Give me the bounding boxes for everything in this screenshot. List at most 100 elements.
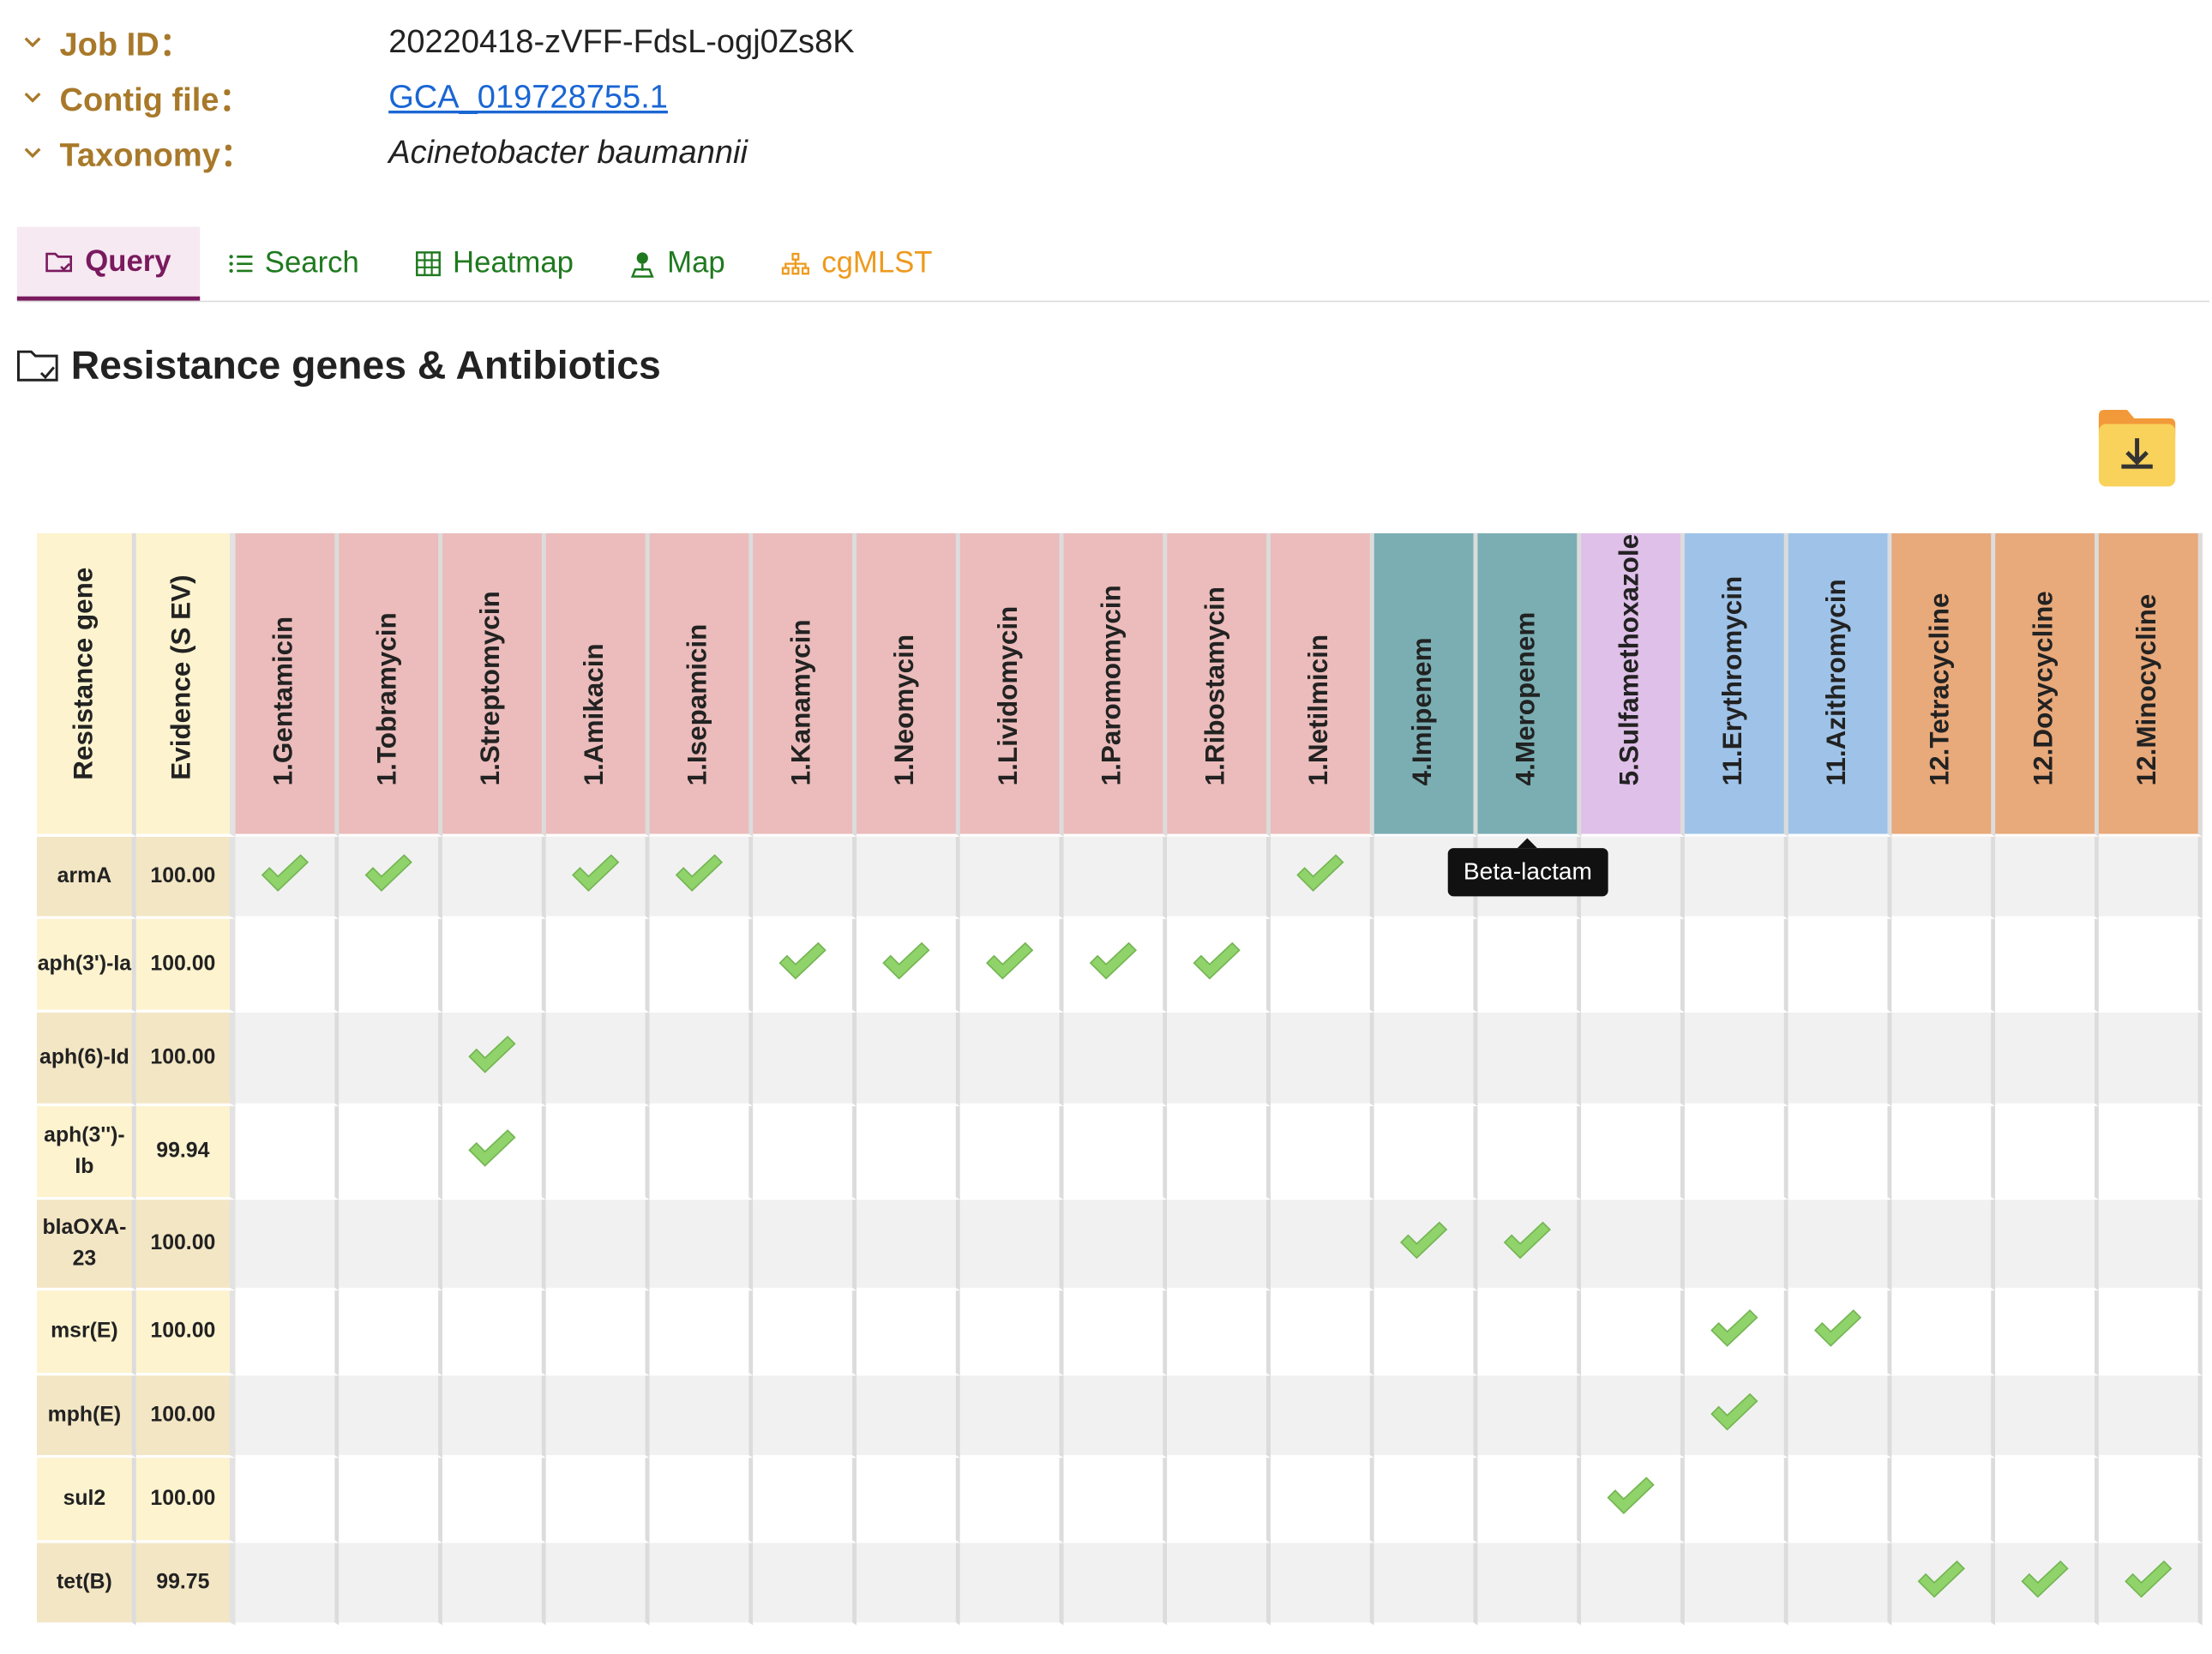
- gene-name-cell: tet(B): [37, 1543, 136, 1626]
- antibiotic-header[interactable]: 11.Azithromycin: [1788, 532, 1892, 837]
- table-cell: [753, 1375, 857, 1459]
- table-cell: [959, 1106, 1064, 1200]
- table-cell: [1477, 1200, 1582, 1291]
- contig-file-link[interactable]: GCA_019728755.1: [388, 77, 668, 116]
- antibiotic-header-label: 12.Tetracycline: [1926, 592, 1956, 786]
- tooltip: Beta-lactam: [1447, 838, 1608, 897]
- table-cell: [1167, 836, 1271, 919]
- resistance-table: Resistance gene Evidence (S EV) 1.Gentam…: [37, 532, 2203, 1626]
- table-cell: [1788, 1200, 1892, 1291]
- gene-name-cell: sul2: [37, 1458, 136, 1543]
- table-cell: [1167, 1200, 1271, 1291]
- table-cell: [1995, 1543, 2099, 1626]
- antibiotic-header[interactable]: 1.Amikacin: [545, 532, 650, 837]
- table-cell: [442, 1458, 546, 1543]
- table-cell: [235, 918, 340, 1013]
- antibiotic-header-label: 12.Doxycycline: [2029, 591, 2059, 786]
- antibiotic-header[interactable]: 12.Tetracycline: [1891, 532, 1996, 837]
- tab-cgmlst-label: cgMLST: [821, 246, 933, 280]
- table-cell: [1684, 918, 1788, 1013]
- table-cell: [857, 1543, 960, 1626]
- antibiotic-header[interactable]: 1.Tobramycin: [339, 532, 443, 837]
- table-cell: [753, 836, 857, 919]
- antibiotic-header[interactable]: 12.Minocycline: [2098, 532, 2203, 837]
- table-cell: [1167, 1458, 1271, 1543]
- antibiotic-header[interactable]: 1.Neomycin: [857, 532, 960, 837]
- table-header-row: Resistance gene Evidence (S EV) 1.Gentam…: [37, 532, 2203, 837]
- gene-name-cell: mph(E): [37, 1375, 136, 1459]
- table-cell: [442, 1543, 546, 1626]
- table-cell: [1270, 918, 1374, 1013]
- tab-cgmlst[interactable]: cgMLST: [754, 227, 961, 301]
- tab-heatmap[interactable]: Heatmap: [388, 227, 602, 301]
- table-cell: [1788, 918, 1892, 1013]
- antibiotic-header[interactable]: 1.Lividomycin: [959, 532, 1064, 837]
- table-cell: [857, 1012, 960, 1107]
- table-cell: [649, 1375, 754, 1459]
- tab-map[interactable]: Map: [602, 227, 754, 301]
- antibiotic-header[interactable]: 1.Gentamicin: [235, 532, 340, 837]
- checkmark-icon: [1710, 1392, 1758, 1430]
- antibiotic-header[interactable]: 5.Sulfamethoxazole: [1581, 532, 1685, 837]
- evidence-cell: 99.75: [135, 1543, 236, 1626]
- tab-query[interactable]: Query: [16, 226, 200, 301]
- antibiotic-header[interactable]: 1.Streptomycin: [442, 532, 546, 837]
- table-cell: [1995, 1290, 2099, 1376]
- antibiotic-header-label: 11.Erythromycin: [1718, 575, 1749, 786]
- table-cell: [1581, 918, 1685, 1013]
- table-cell: [1373, 918, 1478, 1013]
- gene-name-cell: aph(3'')-Ib: [37, 1106, 136, 1200]
- table-cell: [1788, 836, 1892, 919]
- antibiotic-header-label: 4.Imipenem: [1408, 637, 1439, 786]
- table-cell: [1684, 1106, 1788, 1200]
- table-cell: [1995, 918, 2099, 1013]
- tab-search[interactable]: Search: [200, 227, 388, 301]
- table-cell: [545, 1106, 650, 1200]
- table-cell: [1995, 1458, 2099, 1543]
- checkmark-icon: [778, 941, 826, 979]
- antibiotic-header-label: 4.Meropenem: [1512, 611, 1542, 786]
- table-cell: [959, 1290, 1064, 1376]
- table-cell: [442, 1290, 546, 1376]
- table-cell: [1167, 1012, 1271, 1107]
- table-cell: [1788, 1012, 1892, 1107]
- table-cell: [857, 836, 960, 919]
- antibiotic-header[interactable]: 12.Doxycycline: [1995, 532, 2099, 837]
- table-cell: [1995, 1200, 2099, 1291]
- table-cell: [1477, 1375, 1582, 1459]
- table-cell: [1373, 1012, 1478, 1107]
- folder-download-icon[interactable]: [2096, 404, 2179, 489]
- antibiotic-header[interactable]: 1.Paromomycin: [1063, 532, 1168, 837]
- table-cell: [649, 1543, 754, 1626]
- antibiotic-header[interactable]: 11.Erythromycin: [1684, 532, 1788, 837]
- table-cell: [753, 1543, 857, 1626]
- table-cell: [1373, 1458, 1478, 1543]
- antibiotic-header-label: 1.Paromomycin: [1097, 585, 1127, 786]
- list-icon: [228, 255, 252, 274]
- table-cell: [1891, 918, 1996, 1013]
- antibiotic-header[interactable]: 1.Isepamicin: [649, 532, 754, 837]
- antibiotic-header[interactable]: 1.Netilmicin: [1270, 532, 1374, 837]
- antibiotic-header-label: 1.Ribostamycin: [1200, 586, 1231, 786]
- table-cell: [339, 836, 443, 919]
- antibiotic-header[interactable]: 1.Ribostamycin: [1167, 532, 1271, 837]
- table-row: armA 100.00: [37, 836, 2203, 919]
- table-cell: [235, 1106, 340, 1200]
- table-cell: [339, 1290, 443, 1376]
- antibiotic-header[interactable]: 4.Meropenem: [1477, 532, 1582, 837]
- table-cell: [1477, 918, 1582, 1013]
- table-cell: [235, 836, 340, 919]
- antibiotic-header[interactable]: 4.Imipenem: [1373, 532, 1478, 837]
- table-cell: [857, 1375, 960, 1459]
- table-cell: [1581, 1458, 1685, 1543]
- chevron-down-icon: [24, 37, 41, 48]
- antibiotic-header-label: 11.Azithromycin: [1822, 579, 1853, 786]
- table-cell: [1788, 1458, 1892, 1543]
- antibiotic-header[interactable]: 1.Kanamycin: [753, 532, 857, 837]
- table-cell: [1477, 1543, 1582, 1626]
- tab-bar: Query Search Heatmap Map cgMLST: [16, 226, 2209, 303]
- checkmark-icon: [1193, 941, 1241, 979]
- table-cell: [1270, 1543, 1374, 1626]
- checkmark-icon: [1399, 1220, 1448, 1259]
- checkmark-icon: [1503, 1220, 1552, 1259]
